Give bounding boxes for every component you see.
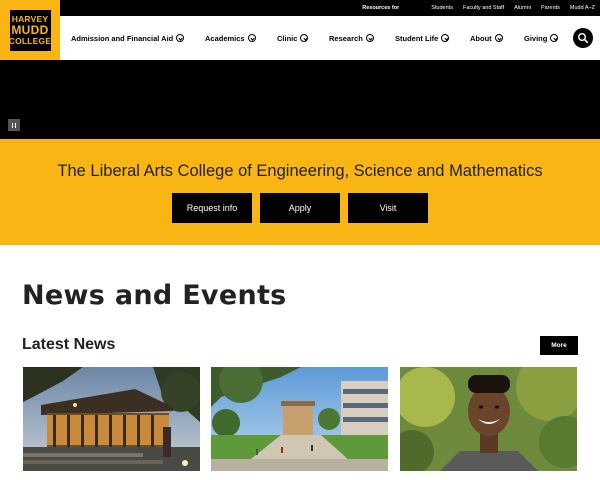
news-image-building-dusk[interactable] <box>23 367 200 471</box>
college-tagline: The Liberal Arts College of Engineering,… <box>57 162 543 180</box>
nav-item-label: Clinic <box>277 33 298 43</box>
resource-link-faculty-staff[interactable]: Faculty and Staff <box>463 5 504 11</box>
resources-bar: Resources for Students Faculty and Staff… <box>60 0 600 16</box>
resources-label: Resources for <box>362 5 400 11</box>
apply-button[interactable]: Apply <box>260 193 340 223</box>
resource-link-students[interactable]: Students <box>431 5 453 11</box>
nav-item-label: Academics <box>205 33 245 43</box>
visit-button[interactable]: Visit <box>348 193 428 223</box>
news-image-student-portrait[interactable] <box>400 367 577 471</box>
nav-item-clinic[interactable]: Clinic <box>277 16 309 60</box>
nav-item-student-life[interactable]: Student Life <box>395 16 450 60</box>
chevron-down-icon <box>550 34 559 42</box>
hero-band: The Liberal Arts College of Engineering,… <box>0 139 600 245</box>
nav-item-label: Giving <box>524 33 548 43</box>
portrait-photo <box>400 367 577 471</box>
resource-link-parents[interactable]: Parents <box>541 5 560 11</box>
resource-link-alumni[interactable]: Alumni <box>514 5 531 11</box>
logo-line-1: HARVEY <box>11 13 49 24</box>
main-navigation: Admission and Financial Aid Academics Cl… <box>60 16 600 60</box>
nav-item-label: Admission and Financial Aid <box>71 33 174 43</box>
chevron-down-icon <box>247 34 256 42</box>
chevron-down-icon <box>441 34 450 42</box>
campus-photo <box>211 367 388 471</box>
hero-video <box>0 60 600 139</box>
building-photo <box>23 367 200 471</box>
request-info-button[interactable]: Request info <box>172 193 252 223</box>
resource-link-mudd-a-z[interactable]: Mudd A–Z <box>570 5 595 11</box>
logo-line-2: MUDD <box>11 23 49 37</box>
pause-button[interactable] <box>8 119 20 131</box>
nav-item-admission[interactable]: Admission and Financial Aid <box>71 16 185 60</box>
nav-item-academics[interactable]: Academics <box>205 16 256 60</box>
nav-item-about[interactable]: About <box>470 16 503 60</box>
logo-line-3: COLLEGE <box>8 36 52 46</box>
chevron-down-icon <box>494 34 503 42</box>
pause-icon <box>11 122 14 128</box>
nav-item-label: Student Life <box>395 33 439 43</box>
latest-news-heading: Latest News <box>22 336 116 353</box>
search-button[interactable] <box>573 28 593 48</box>
nav-item-label: Research <box>329 33 363 43</box>
nav-item-research[interactable]: Research <box>329 16 374 60</box>
college-logo[interactable]: HARVEY MUDD COLLEGE <box>0 0 60 60</box>
news-image-campus-walkway[interactable] <box>211 367 388 471</box>
section-title: News and Events <box>22 280 287 311</box>
chevron-down-icon <box>365 34 374 42</box>
logo-mark: HARVEY MUDD COLLEGE <box>8 9 52 51</box>
more-news-button[interactable]: More <box>540 336 578 355</box>
search-icon <box>578 33 589 44</box>
chevron-down-icon <box>300 34 309 42</box>
nav-item-label: About <box>470 33 492 43</box>
chevron-down-icon <box>176 34 185 42</box>
nav-item-giving[interactable]: Giving <box>524 16 559 60</box>
